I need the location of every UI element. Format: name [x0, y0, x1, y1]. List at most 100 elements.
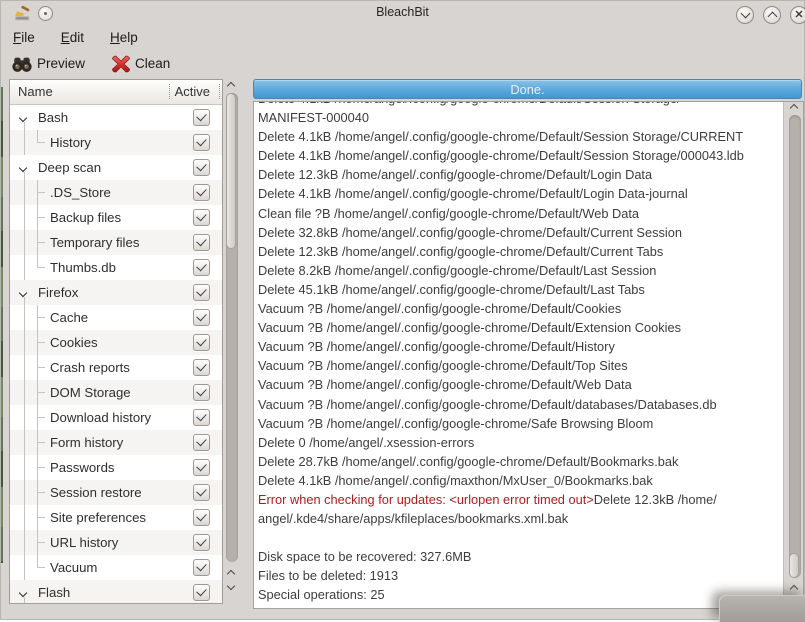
scroll-up-icon[interactable]: [226, 569, 236, 579]
expander-chevron-icon[interactable]: [18, 588, 28, 598]
active-checkbox[interactable]: [193, 159, 210, 176]
active-checkbox[interactable]: [193, 359, 210, 376]
close-button[interactable]: ✕: [790, 6, 805, 24]
tree-row[interactable]: Download history: [10, 405, 222, 430]
tree-line: [24, 297, 25, 305]
checkmark-icon: [196, 110, 207, 122]
active-checkbox[interactable]: [193, 534, 210, 551]
checkmark-icon: [196, 585, 207, 597]
tree-item-label: DOM Storage: [50, 385, 131, 400]
menu-item-help[interactable]: Help: [104, 28, 144, 47]
menu-item-file[interactable]: File: [7, 28, 41, 47]
checkmark-icon: [196, 360, 207, 372]
tree-item-label: Bash: [38, 110, 69, 125]
expander-chevron-icon[interactable]: [18, 163, 28, 173]
log-line: Delete 45.1kB /home/angel/.config/google…: [258, 281, 645, 297]
tree-row[interactable]: Bash: [10, 105, 222, 130]
tree-line: [37, 142, 45, 143]
tree-row[interactable]: Site preferences: [10, 505, 222, 530]
tree-line: [24, 455, 25, 480]
active-checkbox[interactable]: [193, 459, 210, 476]
checkmark-icon: [196, 535, 207, 547]
menu-item-edit[interactable]: Edit: [55, 28, 90, 47]
active-checkbox[interactable]: [193, 384, 210, 401]
tree-row[interactable]: Cookies: [10, 330, 222, 355]
active-checkbox[interactable]: [193, 584, 210, 601]
tree-row[interactable]: Session restore: [10, 480, 222, 505]
tree-row[interactable]: Crash reports: [10, 355, 222, 380]
column-header-active[interactable]: Active: [175, 84, 210, 99]
expander-chevron-icon[interactable]: [18, 288, 28, 298]
log-scrollbar[interactable]: [787, 101, 803, 608]
tree-row[interactable]: Vacuum: [10, 555, 222, 580]
toolbar: Preview Clean: [7, 50, 174, 77]
log-line: Delete 4.1kB /home/angel/.config/google-…: [258, 129, 744, 145]
tree-line: [24, 480, 25, 505]
log-content: Delete 4.1kB /home/angel/.config/google-…: [258, 102, 782, 605]
tree-item-label: Vacuum: [50, 560, 98, 575]
active-checkbox[interactable]: [193, 209, 210, 226]
log-line: Clean file ?B /home/angel/.config/google…: [258, 205, 640, 221]
tree-row[interactable]: Temporary files: [10, 230, 222, 255]
tree-row[interactable]: History: [10, 130, 222, 155]
log-line: Error when checking for updates: <urlope…: [258, 491, 717, 527]
tree-line: [24, 330, 25, 355]
tree-row[interactable]: Firefox: [10, 280, 222, 305]
clean-button[interactable]: Clean: [107, 53, 174, 75]
red-x-clean-icon: [111, 54, 131, 74]
checkmark-icon: [196, 235, 207, 247]
active-checkbox[interactable]: [193, 334, 210, 351]
tree-row[interactable]: Backup files: [10, 205, 222, 230]
title-bar[interactable]: BleachBit ✕: [1, 1, 805, 25]
tree-row[interactable]: .DS_Store: [10, 180, 222, 205]
tree-row[interactable]: Passwords: [10, 455, 222, 480]
active-checkbox[interactable]: [193, 259, 210, 276]
active-checkbox[interactable]: [193, 409, 210, 426]
tree-row[interactable]: Thumbs.db: [10, 255, 222, 280]
checkmark-icon: [196, 160, 207, 172]
tree-line: [24, 172, 25, 180]
preview-button[interactable]: Preview: [7, 53, 89, 75]
expander-chevron-icon[interactable]: [18, 113, 28, 123]
scroll-up-icon[interactable]: [789, 584, 799, 594]
tree-row[interactable]: DOM Storage: [10, 380, 222, 405]
minimize-button[interactable]: [736, 6, 754, 24]
window-title: BleachBit: [376, 5, 429, 19]
tree-item-label: URL history: [50, 535, 119, 550]
active-checkbox[interactable]: [193, 559, 210, 576]
active-checkbox[interactable]: [193, 434, 210, 451]
tree-item-label: Crash reports: [50, 360, 130, 375]
tree-line: [24, 555, 25, 580]
active-checkbox[interactable]: [193, 134, 210, 151]
tree-header[interactable]: Name Active: [10, 80, 222, 105]
tree-line: [24, 130, 25, 155]
scrollbar-thumb[interactable]: [226, 93, 236, 249]
active-checkbox[interactable]: [193, 184, 210, 201]
active-checkbox[interactable]: [193, 284, 210, 301]
scrollbar-track[interactable]: [789, 115, 801, 578]
tree-line: [37, 517, 45, 518]
active-checkbox[interactable]: [193, 484, 210, 501]
maximize-button[interactable]: [763, 6, 781, 24]
tree-row[interactable]: Deep scan: [10, 155, 222, 180]
scrollbar-thumb[interactable]: [789, 553, 799, 578]
tree-row[interactable]: Form history: [10, 430, 222, 455]
tree-scrollbar[interactable]: [224, 79, 240, 596]
scroll-up-icon[interactable]: [226, 81, 236, 91]
tree-line: [37, 417, 45, 418]
active-checkbox[interactable]: [193, 309, 210, 326]
scroll-up-icon[interactable]: [789, 103, 799, 113]
log-line: Vacuum ?B /home/angel/.config/google-chr…: [258, 377, 632, 393]
active-checkbox[interactable]: [193, 234, 210, 251]
checkmark-icon: [196, 335, 207, 347]
tree-line: [24, 255, 25, 280]
tree-row[interactable]: Flash: [10, 580, 222, 603]
tree-line: [24, 205, 25, 230]
scroll-down-icon[interactable]: [226, 581, 236, 591]
column-header-name[interactable]: Name: [18, 84, 53, 99]
active-checkbox[interactable]: [193, 109, 210, 126]
tree-row[interactable]: URL history: [10, 530, 222, 555]
checkmark-icon: [196, 260, 207, 272]
tree-row[interactable]: Cache: [10, 305, 222, 330]
active-checkbox[interactable]: [193, 509, 210, 526]
